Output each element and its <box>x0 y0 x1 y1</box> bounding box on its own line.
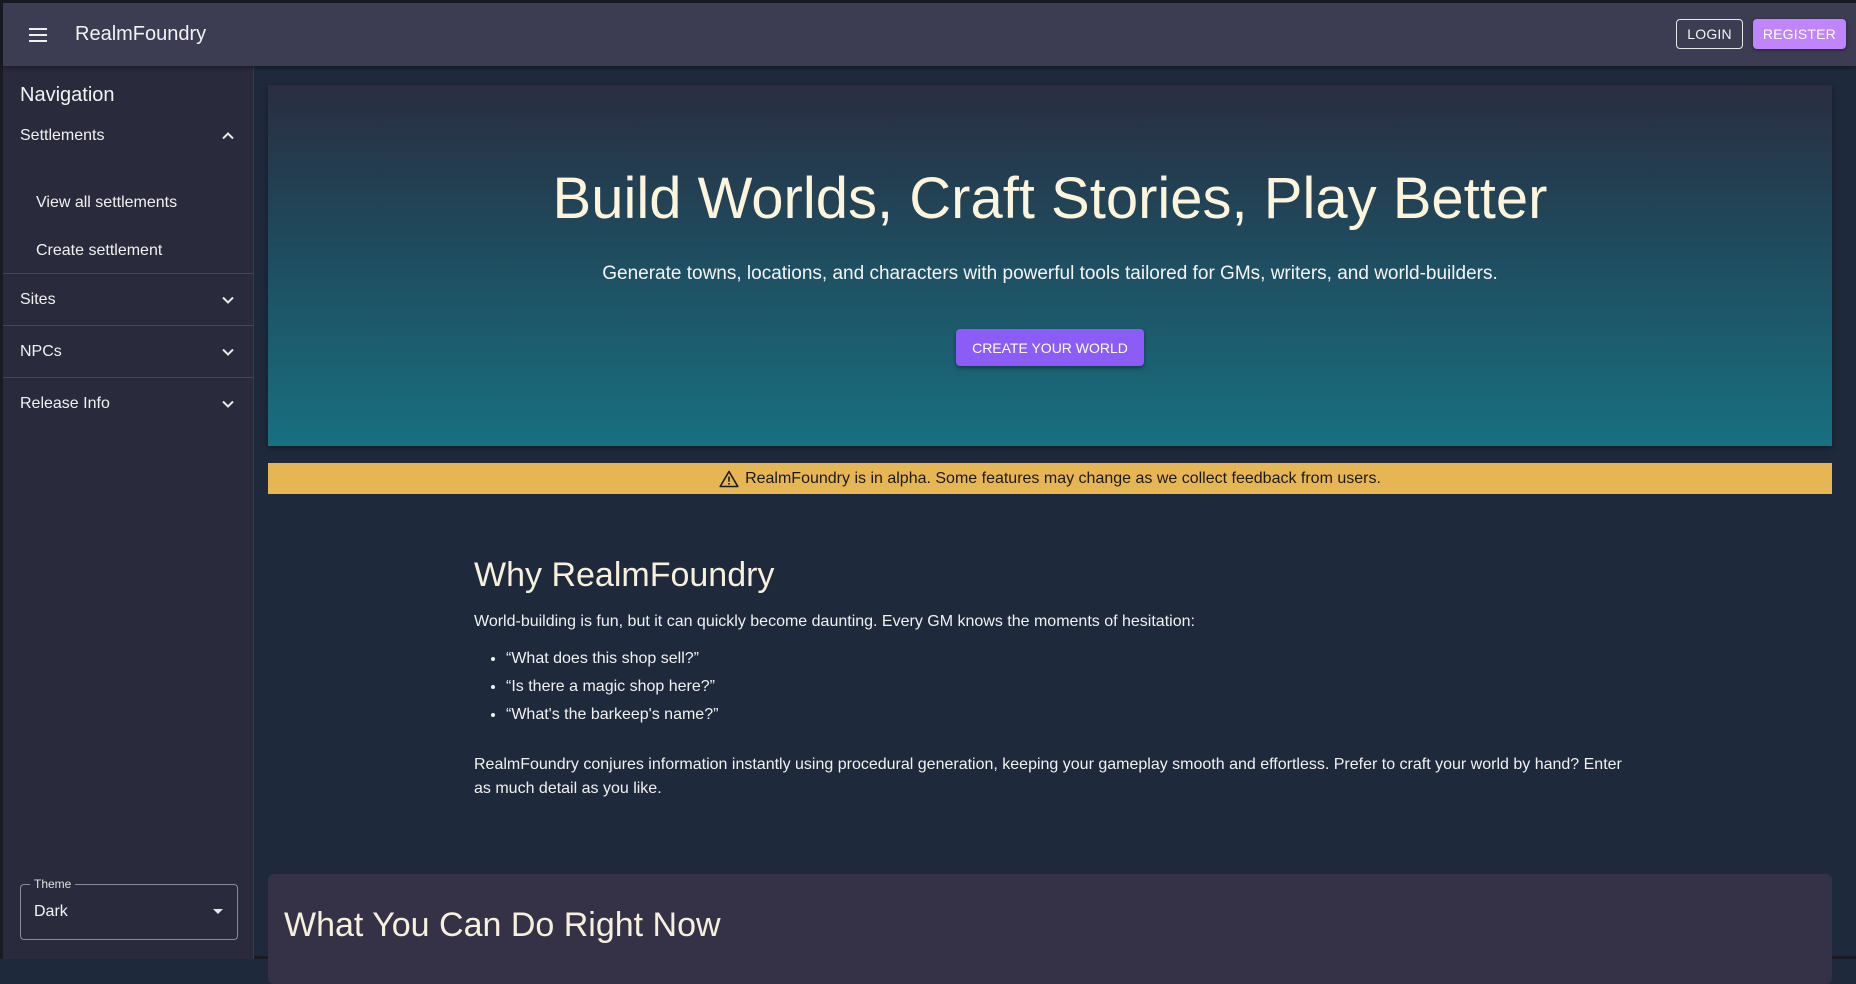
menu-button[interactable] <box>18 15 58 55</box>
register-button[interactable]: REGISTER <box>1752 19 1846 49</box>
nav-item-view-all-settlements[interactable]: View all settlements <box>3 179 253 227</box>
chevron-down-icon <box>222 400 234 408</box>
list-item: “What's the barkeep's name?” <box>506 701 1634 729</box>
hero-banner: Build Worlds, Craft Stories, Play Better… <box>268 85 1832 446</box>
sidebar: Navigation Settlements View all settleme… <box>3 66 254 959</box>
nav-section-label: Release Info <box>20 395 110 412</box>
dropdown-caret-icon <box>213 909 223 914</box>
question-list: “What does this shop sell?” “Is there a … <box>474 645 1634 729</box>
why-heading: Why RealmFoundry <box>474 556 775 594</box>
why-section: Why RealmFoundry World-building is fun, … <box>474 556 1634 801</box>
why-outro: RealmFoundry conjures information instan… <box>474 756 1622 797</box>
nav-section-label: NPCs <box>20 343 62 360</box>
chevron-down-icon <box>222 296 234 304</box>
hamburger-menu-icon <box>29 27 47 42</box>
chevron-up-icon <box>222 132 234 140</box>
login-button[interactable]: LOGIN <box>1676 19 1743 49</box>
nav-section-sites[interactable]: Sites <box>3 274 253 326</box>
theme-select-label: Theme <box>30 877 76 891</box>
list-item: “What does this shop sell?” <box>506 645 1634 673</box>
nav-section-release-info[interactable]: Release Info <box>3 378 253 430</box>
auth-actions: LOGIN REGISTER <box>1676 19 1846 49</box>
theme-select[interactable]: Theme Dark <box>20 877 238 940</box>
hero-subtitle: Generate towns, locations, and character… <box>602 263 1498 284</box>
theme-select-value: Dark <box>34 903 68 920</box>
nav-section-settlements[interactable]: Settlements <box>3 110 253 162</box>
chevron-down-icon <box>222 348 234 356</box>
nav-section-label: Settlements <box>20 127 105 144</box>
nav-section-npcs[interactable]: NPCs <box>3 326 253 378</box>
nav-item-create-settlement[interactable]: Create settlement <box>3 227 253 275</box>
why-intro: World-building is fun, but it can quickl… <box>474 613 1195 630</box>
create-your-world-button[interactable]: CREATE YOUR WORLD <box>956 329 1144 366</box>
list-item: “Is there a magic shop here?” <box>506 673 1634 701</box>
alert-text: RealmFoundry is in alpha. Some features … <box>745 469 1381 487</box>
navigation-heading: Navigation <box>20 84 115 106</box>
warning-icon <box>719 470 739 487</box>
app-title[interactable]: RealmFoundry <box>75 23 206 46</box>
features-heading: What You Can Do Right Now <box>284 906 721 944</box>
nav-section-label: Sites <box>20 291 56 308</box>
app-bar: RealmFoundry LOGIN REGISTER <box>3 3 1856 66</box>
features-card: What You Can Do Right Now <box>268 874 1832 984</box>
hero-title: Build Worlds, Craft Stories, Play Better <box>552 166 1548 231</box>
alpha-warning-banner: RealmFoundry is in alpha. Some features … <box>268 463 1832 494</box>
main-content: Build Worlds, Craft Stories, Play Better… <box>254 66 1856 984</box>
